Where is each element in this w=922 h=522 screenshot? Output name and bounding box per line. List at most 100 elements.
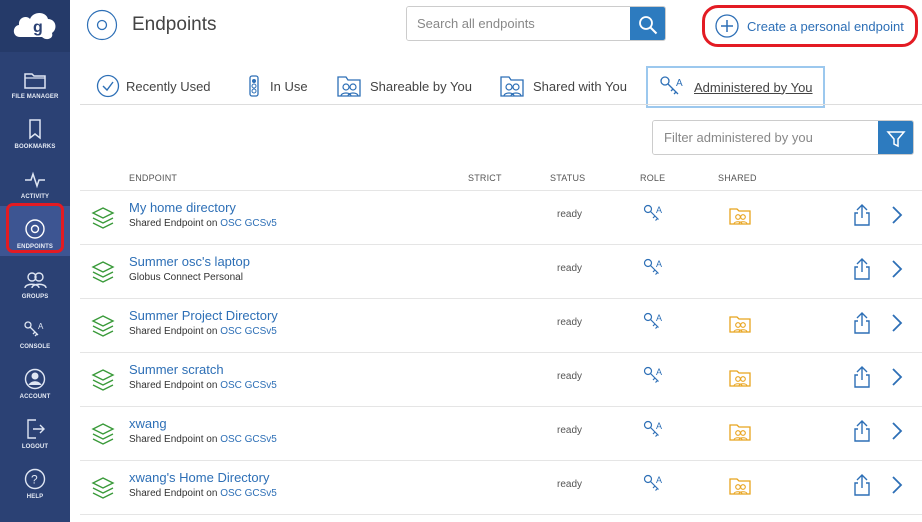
endpoint-host-link[interactable]: OSC GCSv5 [220, 380, 277, 391]
endpoint-name-link[interactable]: Summer Project Directory [129, 308, 278, 323]
globus-logo[interactable]: g [0, 0, 70, 52]
status-badge: ready [557, 425, 583, 436]
endpoint-name-link[interactable]: Summer scratch [129, 362, 224, 377]
row-details-button[interactable] [891, 421, 903, 446]
sidebar-item-file-manager[interactable]: FILE MANAGER [0, 56, 70, 106]
sidebar-item-label: ACTIVITY [20, 194, 50, 200]
shared-indicator [728, 206, 752, 231]
sidebar-item-console[interactable]: A CONSOLE [0, 306, 70, 356]
tab-shared-with-you[interactable]: Shared with You [497, 68, 627, 104]
admin-keys-icon: A [643, 474, 662, 491]
role-admin: A [642, 365, 666, 394]
column-header-strict[interactable]: STRICT [468, 173, 502, 183]
admin-keys-icon: A [643, 258, 662, 275]
column-header-endpoint[interactable]: ENDPOINT [129, 173, 177, 183]
column-header-status[interactable]: STATUS [550, 173, 585, 183]
groups-icon [24, 272, 47, 289]
endpoint-name-link[interactable]: xwang [129, 416, 167, 431]
sidebar-item-help[interactable]: ? HELP [0, 456, 70, 506]
filter-button[interactable] [878, 121, 913, 154]
filter-bar [652, 120, 914, 155]
endpoint-host-link[interactable]: OSC GCSv5 [220, 218, 277, 229]
shareable-icon [337, 76, 361, 97]
filter-input[interactable] [653, 121, 878, 154]
row-details-button[interactable] [891, 475, 903, 500]
sidebar-item-label: CONSOLE [19, 344, 51, 350]
endpoint-name-link[interactable]: Summer osc's laptop [129, 254, 250, 269]
status-badge: ready [557, 263, 583, 274]
create-personal-endpoint-button[interactable]: Create a personal endpoint [702, 5, 918, 47]
table-row[interactable]: Summer Project Directory Shared Endpoint … [80, 299, 922, 353]
column-header-role[interactable]: ROLE [640, 173, 665, 183]
share-icon [854, 474, 870, 496]
table-row[interactable]: xwang Shared Endpoint on OSC GCSv5 ready A [80, 407, 922, 461]
sidebar-item-label: ACCOUNT [19, 394, 51, 400]
status-badge: ready [557, 371, 583, 382]
column-header-shared[interactable]: SHARED [718, 173, 757, 183]
shared-indicator [728, 314, 752, 339]
svg-text:A: A [656, 313, 662, 323]
tab-recently-used[interactable]: Recently Used [96, 68, 211, 104]
sidebar-item-groups[interactable]: GROUPS [0, 256, 70, 306]
endpoint-host-link[interactable]: OSC GCSv5 [220, 434, 277, 445]
table-row[interactable]: Summer osc's laptop Globus Connect Person… [80, 245, 922, 299]
share-icon [854, 204, 870, 226]
chevron-right-icon [892, 368, 903, 386]
row-details-button[interactable] [891, 259, 903, 284]
endpoint-type-icon [90, 421, 116, 452]
sidebar-item-bookmarks[interactable]: BOOKMARKS [0, 106, 70, 156]
activity-icon [25, 171, 45, 189]
share-icon [854, 258, 870, 280]
table-row[interactable]: Summer scratch Shared Endpoint on OSC GCS… [80, 353, 922, 407]
layers-icon [91, 315, 115, 337]
role-admin: A [642, 419, 666, 448]
svg-text:A: A [656, 259, 662, 269]
chevron-right-icon [892, 260, 903, 278]
search-input[interactable] [407, 7, 630, 40]
svg-text:A: A [656, 367, 662, 377]
row-details-button[interactable] [891, 313, 903, 338]
account-icon [24, 368, 46, 390]
admin-keys-icon: A [643, 366, 662, 383]
endpoint-type-icon [90, 475, 116, 506]
tab-administered-by-you[interactable]: A Administered by You [646, 66, 825, 108]
share-button[interactable] [853, 203, 871, 232]
share-button[interactable] [853, 365, 871, 394]
status-badge: ready [557, 479, 583, 490]
share-button[interactable] [853, 311, 871, 340]
shared-folder-icon [729, 316, 751, 333]
shared-with-icon [500, 76, 524, 97]
share-icon [854, 366, 870, 388]
layers-icon [91, 369, 115, 391]
sidebar-item-account[interactable]: ACCOUNT [0, 356, 70, 406]
sidebar-item-label: FILE MANAGER [11, 94, 59, 100]
share-button[interactable] [853, 473, 871, 502]
share-icon [854, 312, 870, 334]
sidebar-item-activity[interactable]: ACTIVITY [0, 156, 70, 206]
endpoints-title-icon [86, 9, 118, 41]
share-button[interactable] [853, 257, 871, 286]
endpoint-name-link[interactable]: xwang's Home Directory [129, 470, 269, 485]
svg-text:A: A [656, 205, 662, 215]
endpoint-host-link[interactable]: OSC GCSv5 [220, 488, 277, 499]
row-details-button[interactable] [891, 367, 903, 392]
table-row[interactable]: My home directory Shared Endpoint on OSC … [80, 191, 922, 245]
tab-label: Shared with You [533, 78, 627, 94]
table-row[interactable]: xwang's Home Directory Shared Endpoint on… [80, 461, 922, 515]
sidebar-item-logout[interactable]: LOGOUT [0, 406, 70, 456]
endpoint-name-link[interactable]: My home directory [129, 200, 236, 215]
chevron-right-icon [892, 476, 903, 494]
tab-in-use[interactable]: In Use [244, 68, 308, 104]
row-details-button[interactable] [891, 205, 903, 230]
endpoint-host-link[interactable]: OSC GCSv5 [220, 326, 277, 337]
search-button[interactable] [630, 7, 665, 40]
svg-text:A: A [38, 322, 44, 331]
layers-icon [91, 477, 115, 499]
admin-keys-icon: A [643, 420, 662, 437]
role-admin: A [642, 473, 666, 502]
tab-label: Shareable by You [370, 78, 472, 94]
share-button[interactable] [853, 419, 871, 448]
admin-keys-icon: A [643, 204, 662, 221]
tab-shareable-by-you[interactable]: Shareable by You [334, 68, 472, 104]
svg-text:A: A [656, 421, 662, 431]
